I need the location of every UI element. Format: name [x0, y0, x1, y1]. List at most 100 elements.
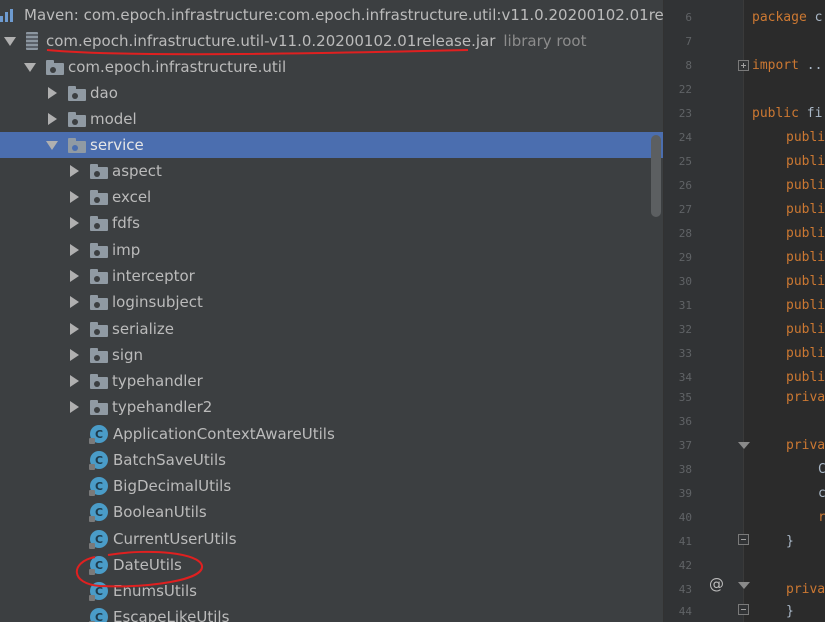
tree-scrollbar[interactable] — [651, 135, 661, 217]
tree-row-subpackage[interactable]: aspect — [0, 158, 663, 184]
expand-arrow-icon[interactable] — [24, 61, 36, 73]
tree-row-class-dateutils[interactable]: C DateUtils — [0, 552, 663, 578]
code-line: r — [818, 506, 825, 530]
tree-row-subpackage[interactable]: interceptor — [0, 263, 663, 289]
class-label: ApplicationContextAwareUtils — [113, 425, 335, 443]
tree-row-class[interactable]: C BatchSaveUtils — [0, 447, 663, 473]
code-line: priva — [786, 386, 825, 410]
maven-library-icon — [0, 8, 18, 22]
tree-row-class[interactable]: C BigDecimalUtils — [0, 473, 663, 499]
collapse-arrow-icon[interactable] — [68, 217, 80, 229]
collapse-arrow-icon[interactable] — [46, 87, 58, 99]
code-text: } — [786, 534, 794, 549]
fold-end-icon[interactable] — [738, 534, 749, 545]
tree-row-subpackage[interactable]: fdfs — [0, 210, 663, 236]
tree-row-package-model[interactable]: model — [0, 106, 663, 132]
fold-end-icon[interactable] — [738, 604, 749, 615]
code-text: ... — [806, 58, 825, 73]
tree-row-subpackage[interactable]: serialize — [0, 316, 663, 342]
code-line: package c — [752, 6, 822, 30]
tree-row-class[interactable]: C ApplicationContextAwareUtils — [0, 421, 663, 447]
tree-row-root-package[interactable]: com.epoch.infrastructure.util — [0, 54, 663, 80]
fold-collapse-icon[interactable] — [738, 582, 750, 589]
code-editor[interactable]: 6package c78import ...2223public fi24pub… — [663, 0, 825, 622]
line-number: 8 — [685, 59, 692, 72]
collapse-arrow-icon[interactable] — [68, 401, 80, 413]
code-keyword: publi — [786, 226, 825, 241]
tree-row-subpackage[interactable]: loginsubject — [0, 289, 663, 315]
package-label: imp — [112, 241, 141, 259]
line-number: 33 — [678, 347, 692, 360]
collapse-arrow-icon[interactable] — [68, 296, 80, 308]
code-keyword: publi — [786, 250, 825, 265]
collapse-arrow-icon[interactable] — [68, 165, 80, 177]
class-icon: C — [89, 530, 108, 549]
code-keyword: publi — [786, 346, 825, 361]
maven-library-label: Maven: com.epoch.infrastructure:com.epoc… — [24, 6, 663, 24]
code-keyword: publi — [786, 178, 825, 193]
package-label: typehandler2 — [112, 398, 213, 416]
collapse-arrow-icon[interactable] — [68, 323, 80, 335]
tree-row-maven-library[interactable]: Maven: com.epoch.infrastructure:com.epoc… — [0, 2, 663, 28]
line-number: 37 — [678, 439, 692, 452]
override-annotation-icon[interactable]: @ — [709, 575, 724, 593]
code-keyword: publi — [786, 322, 825, 337]
tree-row-subpackage[interactable]: typehandler — [0, 368, 663, 394]
tree-row-class[interactable]: C BooleanUtils — [0, 499, 663, 525]
tree-row-subpackage[interactable]: imp — [0, 237, 663, 263]
code-line: public fi — [752, 102, 822, 126]
class-icon: C — [89, 425, 108, 444]
collapse-arrow-icon[interactable] — [68, 349, 80, 361]
line-number: 23 — [678, 107, 692, 120]
package-label: dao — [90, 84, 118, 102]
package-label: model — [90, 110, 137, 128]
class-label: DateUtils — [113, 556, 182, 574]
fold-expand-icon[interactable] — [738, 60, 749, 71]
line-number: 35 — [678, 391, 692, 404]
collapse-arrow-icon[interactable] — [68, 244, 80, 256]
line-number: 36 — [678, 415, 692, 428]
collapse-arrow-icon[interactable] — [68, 270, 80, 282]
fold-collapse-icon[interactable] — [738, 442, 750, 449]
line-number: 30 — [678, 275, 692, 288]
code-keyword: publi — [786, 130, 825, 145]
line-number: 29 — [678, 251, 692, 264]
line-number: 39 — [678, 487, 692, 500]
class-label: BooleanUtils — [113, 503, 207, 521]
collapse-arrow-icon[interactable] — [46, 113, 58, 125]
code-line: import ... — [752, 54, 825, 78]
code-keyword: publi — [786, 154, 825, 169]
class-icon: C — [89, 451, 108, 470]
package-icon — [90, 268, 108, 284]
class-label: EscapeLikeUtils — [113, 608, 230, 622]
code-line: publi — [786, 222, 825, 246]
tree-row-class[interactable]: C EscapeLikeUtils — [0, 604, 663, 622]
line-number: 27 — [678, 203, 692, 216]
package-icon — [90, 373, 108, 389]
tree-row-class[interactable]: C CurrentUserUtils — [0, 526, 663, 552]
line-number: 28 — [678, 227, 692, 240]
tree-row-package-service[interactable]: service — [0, 132, 663, 158]
package-icon — [90, 242, 108, 258]
line-number: 31 — [678, 299, 692, 312]
package-icon — [90, 163, 108, 179]
expand-arrow-icon[interactable] — [46, 139, 58, 151]
tree-row-subpackage[interactable]: excel — [0, 184, 663, 210]
expand-arrow-icon[interactable] — [4, 35, 16, 47]
code-keyword: publi — [786, 298, 825, 313]
class-icon: C — [89, 582, 108, 601]
code-keyword: package — [752, 10, 807, 25]
line-number: 26 — [678, 179, 692, 192]
tree-row-package-dao[interactable]: dao — [0, 80, 663, 106]
tree-row-jar[interactable]: com.epoch.infrastructure.util-v11.0.2020… — [0, 28, 663, 54]
collapse-arrow-icon[interactable] — [68, 191, 80, 203]
package-label: excel — [112, 188, 152, 206]
code-line: publi — [786, 174, 825, 198]
tree-row-subpackage[interactable]: typehandler2 — [0, 394, 663, 420]
collapse-arrow-icon[interactable] — [68, 375, 80, 387]
line-number: 42 — [678, 559, 692, 572]
tree-row-class[interactable]: C EnumsUtils — [0, 578, 663, 604]
class-icon: C — [89, 608, 108, 622]
package-icon — [90, 294, 108, 310]
tree-row-subpackage[interactable]: sign — [0, 342, 663, 368]
